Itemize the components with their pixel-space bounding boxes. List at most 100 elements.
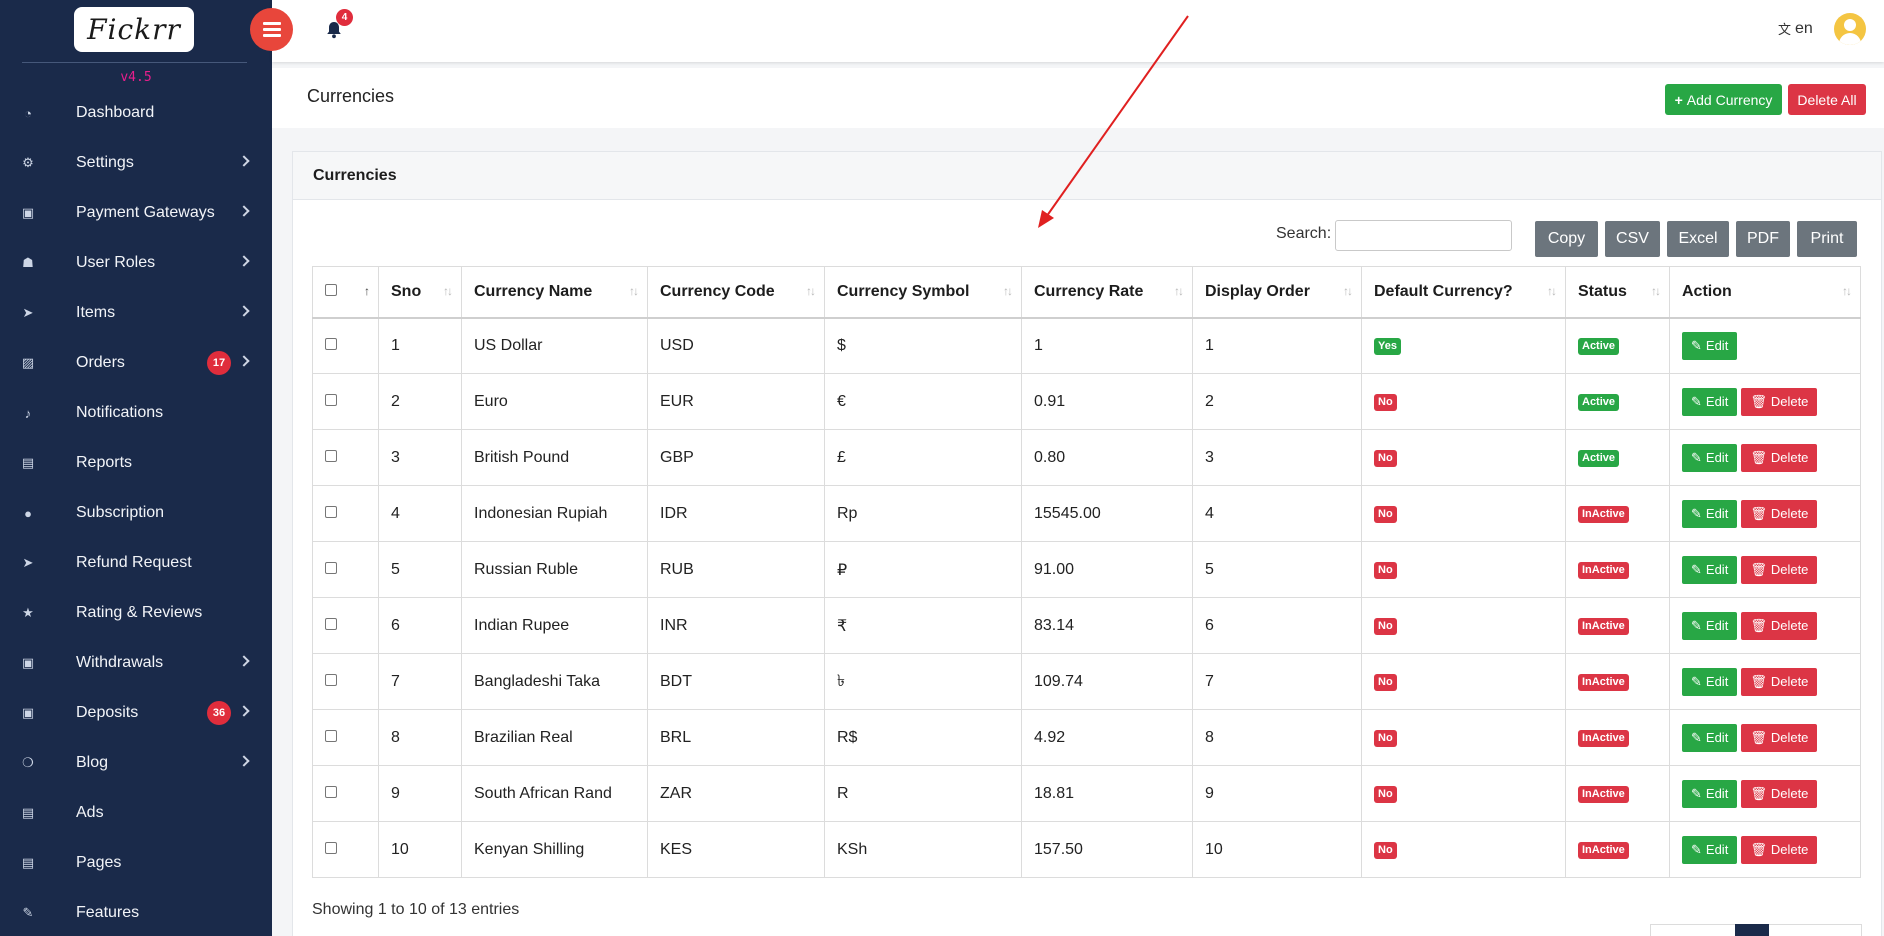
row-checkbox[interactable] — [325, 449, 337, 462]
column-header-default-currency[interactable]: Default Currency? ↑↓ — [1361, 266, 1566, 319]
sno-cell: 5 — [378, 541, 462, 598]
user-avatar[interactable] — [1834, 13, 1866, 45]
edit-button[interactable]: ✎ Edit — [1682, 779, 1738, 808]
select-all-checkbox[interactable] — [325, 283, 337, 296]
delete-all-button[interactable]: Delete All — [1788, 84, 1866, 115]
pdf-button[interactable]: PDF — [1736, 221, 1790, 257]
sort-icon[interactable]: ↑↓ — [629, 284, 639, 298]
chevron-right-icon — [239, 354, 249, 364]
status-cell: InActive — [1565, 597, 1670, 654]
delete-button[interactable]: 🗑 Delete — [1741, 387, 1818, 416]
sort-icon[interactable]: ↑↓ — [1547, 284, 1557, 298]
sidebar-item-pages[interactable]: ▤ Pages — [0, 838, 272, 888]
edit-button[interactable]: ✎ Edit — [1682, 331, 1738, 360]
sidebar-item-orders[interactable]: ▨ Orders 17 — [0, 338, 272, 388]
edit-label: Edit — [1705, 786, 1729, 801]
copy-button[interactable]: Copy — [1535, 221, 1598, 257]
row-select-cell — [312, 317, 379, 374]
default-badge: No — [1374, 450, 1397, 467]
delete-button[interactable]: 🗑 Delete — [1741, 555, 1818, 584]
row-checkbox[interactable] — [325, 785, 337, 798]
delete-button[interactable]: 🗑 Delete — [1741, 667, 1818, 696]
sidebar-item-user-roles[interactable]: ☗ User Roles — [0, 238, 272, 288]
dashboard-icon: ◔ — [24, 105, 32, 121]
edit-button[interactable]: ✎ Edit — [1682, 667, 1738, 696]
search-input[interactable] — [1335, 220, 1512, 251]
column-header-currency-rate[interactable]: Currency Rate ↑↓ — [1021, 266, 1193, 319]
column-header-status[interactable]: Status ↑↓ — [1565, 266, 1670, 319]
sidebar-item-blog[interactable]: ❍ Blog — [0, 738, 272, 788]
sidebar-item-ads[interactable]: ▤ Ads — [0, 788, 272, 838]
select-all-header[interactable]: ↑ — [312, 266, 379, 319]
delete-button[interactable]: 🗑 Delete — [1741, 499, 1818, 528]
currency-name-cell: US Dollar — [461, 317, 648, 374]
sidebar-item-refund-request[interactable]: ➤ Refund Request — [0, 538, 272, 588]
csv-button[interactable]: CSV — [1605, 221, 1660, 257]
sidebar-item-subscription[interactable]: ● Subscription — [0, 488, 272, 538]
user-icon: ● — [24, 505, 32, 521]
row-select-cell — [312, 373, 379, 430]
sidebar-item-deposits[interactable]: ▣ Deposits 36 — [0, 688, 272, 738]
column-header-currency-code[interactable]: Currency Code ↑↓ — [647, 266, 825, 319]
delete-button[interactable]: 🗑 Delete — [1741, 723, 1818, 752]
edit-button[interactable]: ✎ Edit — [1682, 555, 1738, 584]
sidebar-item-payment-gateways[interactable]: ▣ Payment Gateways — [0, 188, 272, 238]
row-checkbox[interactable] — [325, 729, 337, 742]
menu-toggle-button[interactable] — [250, 8, 293, 51]
delete-button[interactable]: 🗑 Delete — [1741, 611, 1818, 640]
sidebar-item-notifications[interactable]: ♪ Notifications — [0, 388, 272, 438]
delete-button[interactable]: 🗑 Delete — [1741, 835, 1818, 864]
delete-button[interactable]: 🗑 Delete — [1741, 779, 1818, 808]
sidebar-item-withdrawals[interactable]: ▣ Withdrawals — [0, 638, 272, 688]
table-row: 2 Euro EUR €0.91 2 No Active ✎ Edit 🗑 Delete — [312, 373, 1861, 430]
column-header-currency-symbol[interactable]: Currency Symbol ↑↓ — [824, 266, 1022, 319]
edit-button[interactable]: ✎ Edit — [1682, 723, 1738, 752]
edit-button[interactable]: ✎ Edit — [1682, 499, 1738, 528]
edit-icon: ✎ — [1691, 785, 1702, 801]
sort-asc-icon[interactable]: ↑ — [364, 284, 370, 298]
sort-icon[interactable]: ↑↓ — [1651, 284, 1661, 298]
excel-button[interactable]: Excel — [1667, 221, 1729, 257]
edit-button[interactable]: ✎ Edit — [1682, 387, 1738, 416]
column-header-sno[interactable]: Sno ↑↓ — [378, 266, 462, 319]
edit-label: Edit — [1705, 730, 1729, 745]
sidebar-item-rating-reviews[interactable]: ★ Rating & Reviews — [0, 588, 272, 638]
language-selector[interactable]: 文 en — [1778, 19, 1813, 38]
pagination-current-page[interactable] — [1735, 924, 1769, 936]
row-checkbox[interactable] — [325, 505, 337, 518]
sort-icon[interactable]: ↑↓ — [1003, 284, 1013, 298]
edit-label: Edit — [1705, 450, 1729, 465]
sidebar-item-reports[interactable]: ▤ Reports — [0, 438, 272, 488]
currency-code-cell: USD — [647, 317, 825, 374]
sort-icon[interactable]: ↑↓ — [806, 284, 816, 298]
row-checkbox[interactable] — [325, 393, 337, 406]
default-badge: No — [1374, 506, 1397, 523]
status-cell: InActive — [1565, 821, 1670, 878]
row-checkbox[interactable] — [325, 673, 337, 686]
sort-icon[interactable]: ↑↓ — [1842, 284, 1852, 298]
add-currency-button[interactable]: + Add Currency — [1665, 84, 1782, 115]
sidebar-item-items[interactable]: ➤ Items — [0, 288, 272, 338]
sort-icon[interactable]: ↑↓ — [1343, 284, 1353, 298]
edit-button[interactable]: ✎ Edit — [1682, 443, 1738, 472]
edit-icon: ✎ — [1691, 673, 1702, 689]
edit-button[interactable]: ✎ Edit — [1682, 611, 1738, 640]
edit-button[interactable]: ✎ Edit — [1682, 835, 1738, 864]
row-checkbox[interactable] — [325, 337, 337, 350]
column-header-action[interactable]: Action ↑↓ — [1669, 266, 1861, 319]
column-header-currency-name[interactable]: Currency Name ↑↓ — [461, 266, 648, 319]
row-checkbox[interactable] — [325, 561, 337, 574]
currency-symbol-cell: Rp — [824, 485, 1022, 542]
sidebar-item-features[interactable]: ✎ Features — [0, 888, 272, 936]
print-button[interactable]: Print — [1797, 221, 1857, 257]
sort-icon[interactable]: ↑↓ — [443, 284, 453, 298]
sidebar-item-settings[interactable]: ⚙ Settings — [0, 138, 272, 188]
logo[interactable]: Fickrr — [74, 7, 194, 52]
row-checkbox[interactable] — [325, 841, 337, 854]
column-header-display-order[interactable]: Display Order ↑↓ — [1192, 266, 1362, 319]
delete-button[interactable]: 🗑 Delete — [1741, 443, 1818, 472]
sidebar-item-dashboard[interactable]: ◔ Dashboard — [0, 88, 272, 138]
row-checkbox[interactable] — [325, 617, 337, 630]
sort-icon[interactable]: ↑↓ — [1174, 284, 1184, 298]
sidebar-item-label: Pages — [76, 854, 122, 871]
